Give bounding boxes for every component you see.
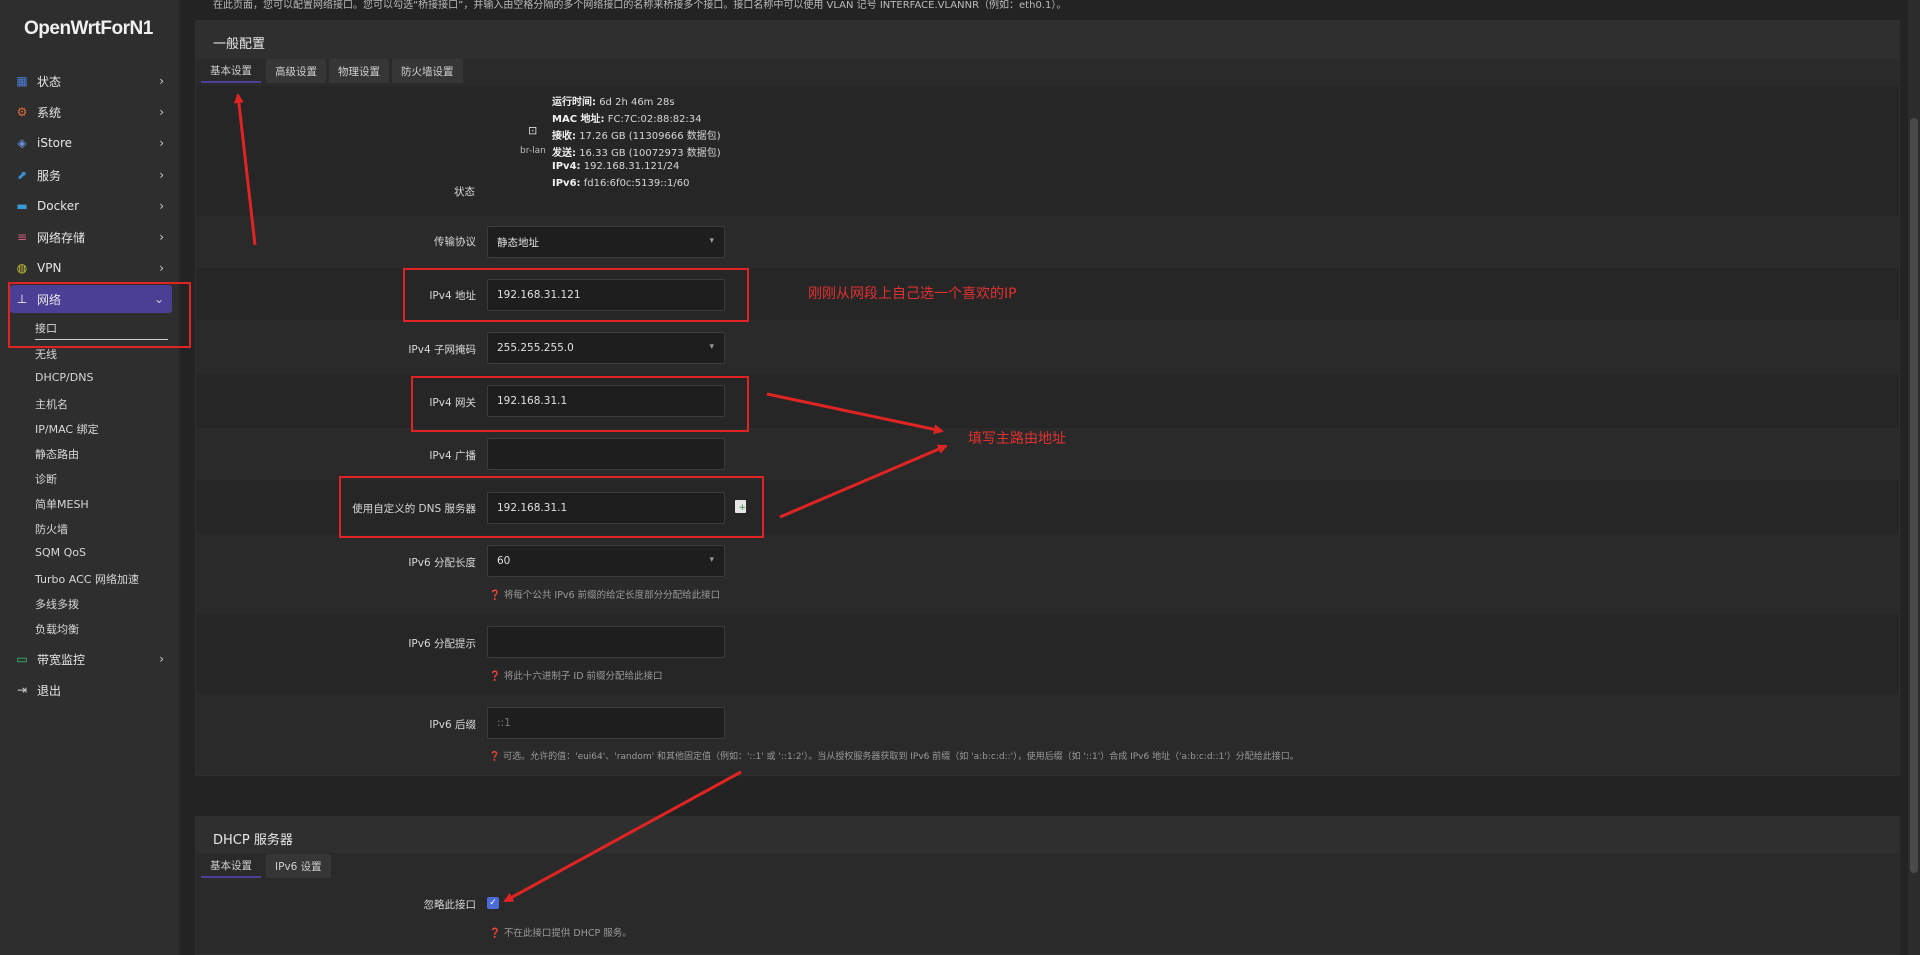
arrow-to-basic-tab [233, 93, 257, 246]
arrow-dns-to-note [779, 444, 948, 519]
arrow-gw-to-note [766, 392, 944, 435]
arrow-to-checkbox [503, 770, 742, 903]
annotation-arrows [233, 93, 948, 903]
